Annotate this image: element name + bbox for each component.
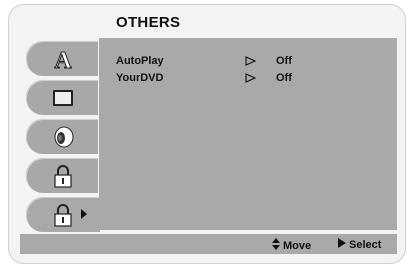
up-down-arrow-icon [272, 238, 280, 253]
move-label: Move [283, 239, 312, 252]
lock-icon [50, 163, 76, 189]
pointer-arrow-icon [245, 73, 257, 83]
setting-value[interactable]: Off [276, 72, 292, 84]
pointer-arrow-icon [245, 56, 257, 66]
right-arrow-icon [338, 238, 346, 251]
select-hint: Select [338, 238, 381, 251]
setting-label: YourDVD [116, 72, 164, 84]
tv-screen-icon [50, 85, 76, 111]
tab-audio[interactable] [26, 119, 98, 154]
select-label: Select [349, 238, 382, 251]
tab-lock[interactable] [26, 158, 98, 193]
sidebar: A [20, 38, 100, 232]
lock-icon [50, 202, 76, 228]
settings-panel: AutoPlay Off YourDVD Off [99, 38, 397, 230]
svg-text:A: A [54, 48, 72, 72]
footer-bar: Move Select [20, 234, 397, 254]
tab-language[interactable]: A [26, 41, 98, 76]
speaker-icon [50, 124, 76, 150]
selected-arrow-icon [81, 209, 87, 219]
move-hint: Move [272, 238, 311, 253]
setting-value[interactable]: Off [276, 55, 292, 67]
letter-a-icon: A [50, 46, 76, 73]
tab-display[interactable] [26, 80, 98, 115]
setting-label: AutoPlay [116, 55, 164, 67]
tab-others[interactable] [26, 197, 100, 232]
page-title: OTHERS [116, 14, 181, 31]
